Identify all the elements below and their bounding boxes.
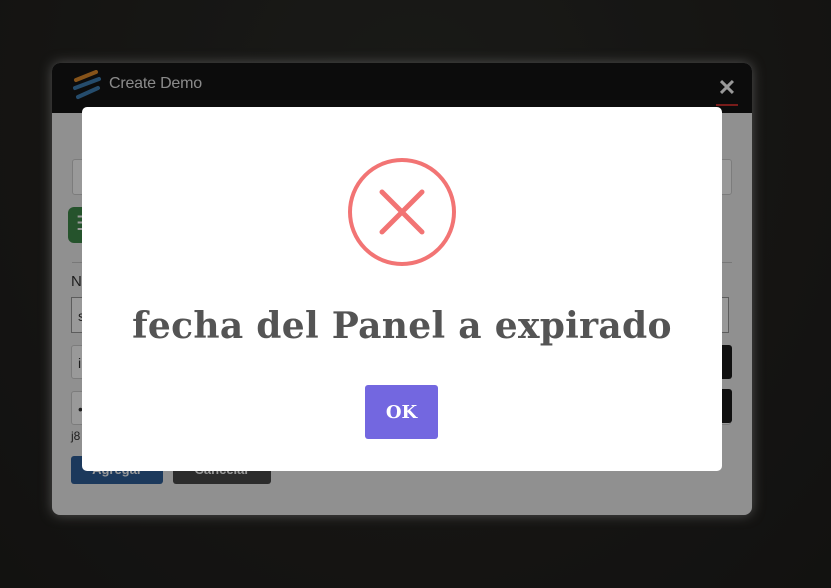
ok-button[interactable]: OK bbox=[365, 385, 438, 439]
error-x-icon bbox=[348, 158, 456, 266]
alert-dialog: fecha del Panel a expirado OK bbox=[82, 107, 722, 471]
alert-message: fecha del Panel a expirado bbox=[132, 305, 672, 347]
